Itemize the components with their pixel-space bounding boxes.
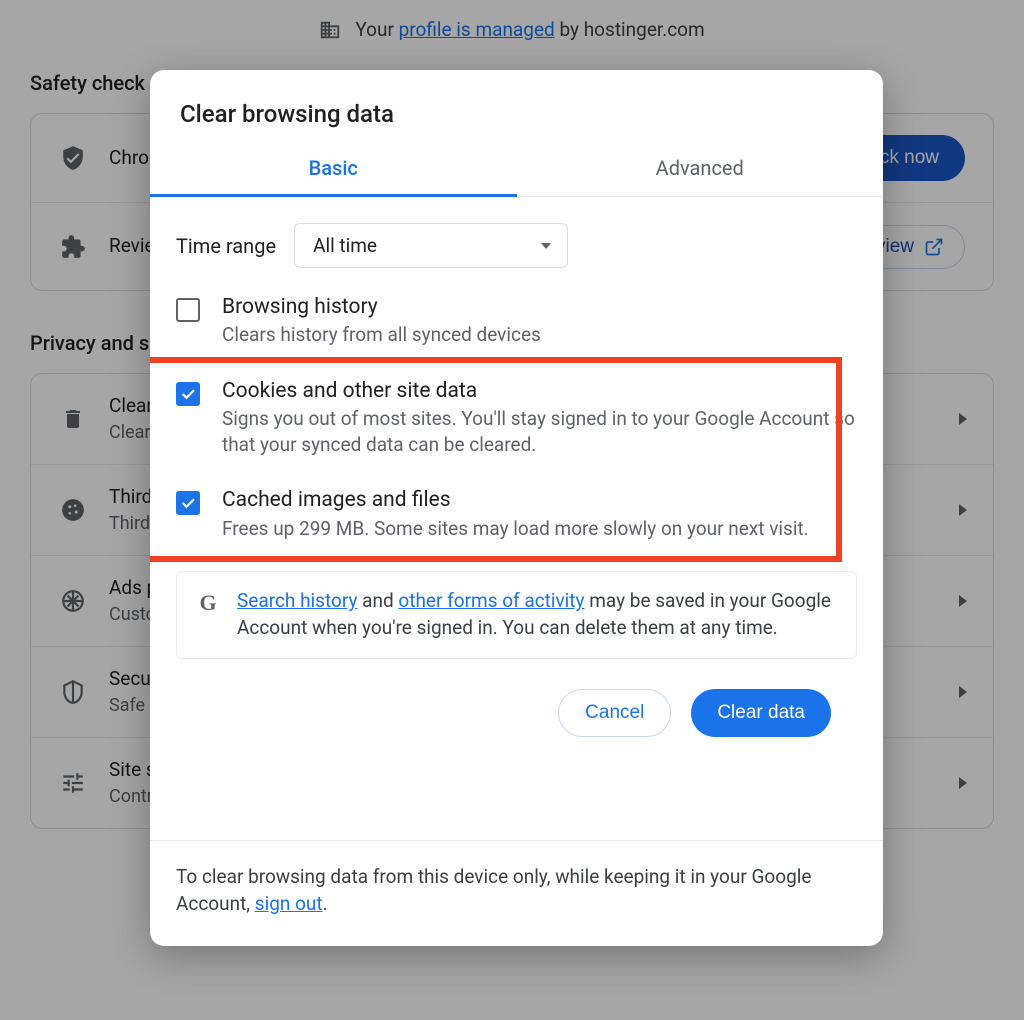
option-cookies[interactable]: Cookies and other site data Signs you ou… — [176, 372, 857, 482]
clear-data-button[interactable]: Clear data — [691, 689, 831, 737]
search-history-link[interactable]: Search history — [237, 589, 357, 612]
tab-basic[interactable]: Basic — [150, 142, 517, 196]
dialog-title: Clear browsing data — [150, 70, 883, 142]
google-account-info: G Search history and other forms of acti… — [176, 571, 857, 658]
other-activity-link[interactable]: other forms of activity — [398, 589, 584, 612]
option-cache[interactable]: Cached images and files Frees up 299 MB.… — [176, 481, 857, 565]
time-range-select[interactable]: All time — [294, 223, 568, 268]
dialog-body: Time range All time Browsing history Cle… — [150, 197, 883, 840]
google-g-icon: G — [195, 590, 221, 616]
dialog-footer: To clear browsing data from this device … — [150, 840, 883, 946]
checkbox-cache[interactable] — [176, 491, 200, 515]
clear-browsing-data-dialog: Clear browsing data Basic Advanced Time … — [150, 70, 883, 946]
time-range-row: Time range All time — [176, 211, 857, 288]
time-range-label: Time range — [176, 234, 276, 258]
dialog-actions: Cancel Clear data — [176, 659, 857, 749]
caret-down-icon — [541, 243, 551, 249]
checkbox-cookies[interactable] — [176, 382, 200, 406]
checkbox-browsing-history[interactable] — [176, 298, 200, 322]
cancel-button[interactable]: Cancel — [558, 689, 671, 737]
time-range-value: All time — [313, 234, 377, 257]
dialog-tabs: Basic Advanced — [150, 142, 883, 197]
option-browsing-history[interactable]: Browsing history Clears history from all… — [176, 288, 857, 372]
tab-advanced[interactable]: Advanced — [517, 142, 884, 196]
sign-out-link[interactable]: sign out — [255, 892, 323, 915]
